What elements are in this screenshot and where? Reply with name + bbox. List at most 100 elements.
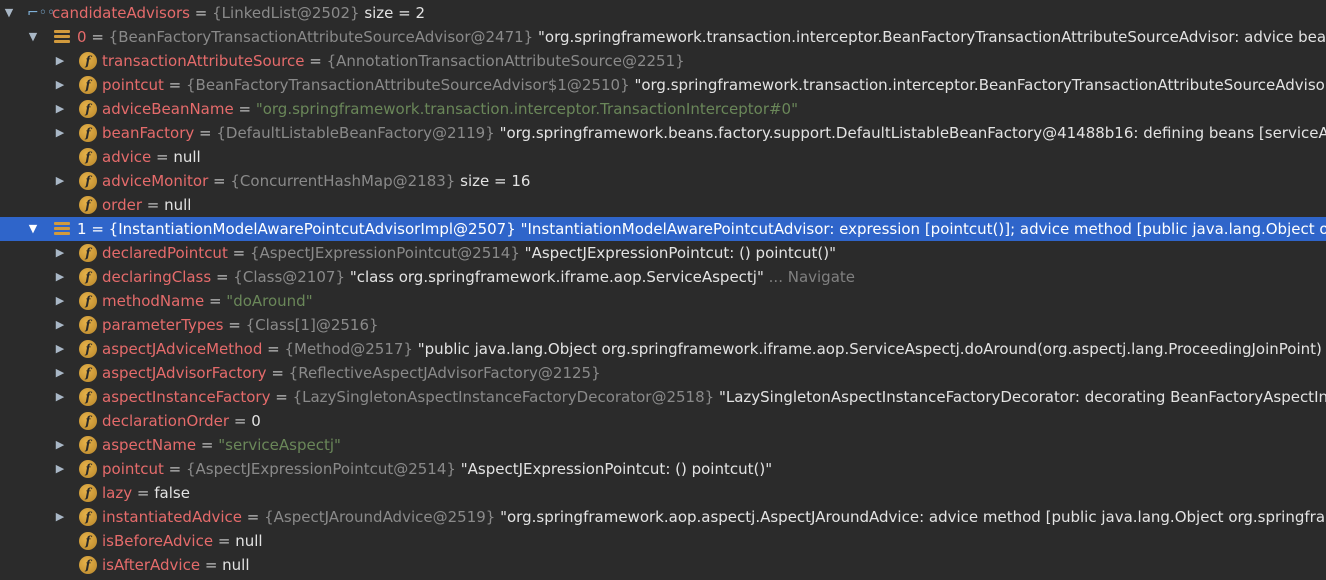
field-f-icon: f [79, 100, 97, 118]
tree-row-item-0[interactable]: ▼ 0 = {BeanFactoryTransactionAttributeSo… [0, 25, 1326, 49]
chevron-right-icon[interactable]: ▶ [53, 49, 67, 73]
chevron-right-icon[interactable]: ▶ [53, 385, 67, 409]
tree-row-field[interactable]: f isAfterAdvice = null [0, 553, 1326, 577]
field-name: declaringClass [102, 268, 212, 286]
field-f-icon: f [79, 172, 97, 190]
tree-row-field[interactable]: f lazy = false [0, 481, 1326, 505]
tree-row-root[interactable]: ▼ ⌐◦◦ candidateAdvisors = {LinkedList@25… [0, 1, 1326, 25]
field-f-icon: f [79, 76, 97, 94]
chevron-down-icon[interactable]: ▼ [2, 1, 16, 25]
field-name: declarationOrder [102, 412, 230, 430]
field-type: {DefaultListableBeanFactory@2119} [216, 124, 495, 142]
field-name: methodName [102, 292, 205, 310]
tree-row-field[interactable]: ▶ f pointcut = {BeanFactoryTransactionAt… [0, 73, 1326, 97]
tree-row-field[interactable]: ▶ f beanFactory = {DefaultListableBeanFa… [0, 121, 1326, 145]
field-name: isAfterAdvice [102, 556, 201, 574]
field-f-icon: f [79, 484, 97, 502]
field-f-icon: f [79, 244, 97, 262]
field-name: lazy [102, 484, 133, 502]
tree-row-field[interactable]: f advice = null [0, 145, 1326, 169]
item-type: {BeanFactoryTransactionAttributeSourceAd… [108, 28, 534, 46]
variables-tree: ▼ ⌐◦◦ candidateAdvisors = {LinkedList@25… [0, 0, 1326, 580]
field-type: {Method@2517} [284, 340, 413, 358]
tree-row-item-1[interactable]: ▼ 1 = {InstantiationModelAwarePointcutAd… [0, 217, 1326, 241]
tree-row-field[interactable]: f declarationOrder = 0 [0, 409, 1326, 433]
navigate-link[interactable]: ... Navigate [769, 268, 855, 286]
field-name: declaredPointcut [102, 244, 228, 262]
tree-row-field[interactable]: f order = null [0, 193, 1326, 217]
root-type: {LinkedList@2502} [212, 4, 360, 22]
field-name: advice [102, 148, 152, 166]
field-name: pointcut [102, 460, 164, 478]
array-element-icon [54, 220, 70, 238]
field-name: aspectJAdvisorFactory [102, 364, 267, 382]
field-name: order [102, 196, 142, 214]
array-element-icon [54, 28, 70, 46]
chevron-right-icon[interactable]: ▶ [53, 73, 67, 97]
field-name: aspectName [102, 436, 197, 454]
field-value: "org.springframework.beans.factory.suppo… [499, 124, 1326, 142]
tree-row-field[interactable]: ▶ f adviceMonitor = {ConcurrentHashMap@2… [0, 169, 1326, 193]
field-name: beanFactory [102, 124, 195, 142]
field-value: "AspectJExpressionPointcut: () pointcut(… [460, 460, 773, 478]
item-value: "InstantiationModelAwarePointcutAdvisor:… [520, 220, 1326, 238]
field-name: aspectInstanceFactory [102, 388, 271, 406]
field-f-icon: f [79, 292, 97, 310]
field-type: {ReflectiveAspectJAdvisorFactory@2125} [288, 364, 601, 382]
field-f-icon: f [79, 388, 97, 406]
tree-row-field[interactable]: f isBeforeAdvice = null [0, 529, 1326, 553]
chevron-right-icon[interactable]: ▶ [53, 169, 67, 193]
field-plain-value: 0 [251, 412, 261, 430]
root-name: candidateAdvisors [52, 4, 190, 22]
field-type: {ConcurrentHashMap@2183} [230, 172, 456, 190]
field-f-icon: f [79, 340, 97, 358]
chevron-right-icon[interactable]: ▶ [53, 505, 67, 529]
item-type: {InstantiationModelAwarePointcutAdvisorI… [108, 220, 516, 238]
field-f-icon: f [79, 532, 97, 550]
tree-row-field[interactable]: ▶ f aspectInstanceFactory = {LazySinglet… [0, 385, 1326, 409]
item-index: 0 [77, 28, 87, 46]
field-name: transactionAttributeSource [102, 52, 305, 70]
tree-row-field[interactable]: ▶ f aspectJAdviceMethod = {Method@2517} … [0, 337, 1326, 361]
tree-row-field[interactable]: ▶ f parameterTypes = {Class[1]@2516} [0, 313, 1326, 337]
field-f-icon: f [79, 268, 97, 286]
chevron-right-icon[interactable]: ▶ [53, 313, 67, 337]
tree-row-field[interactable]: ▶ f pointcut = {AspectJExpressionPointcu… [0, 457, 1326, 481]
chevron-right-icon[interactable]: ▶ [53, 241, 67, 265]
chevron-down-icon[interactable]: ▼ [26, 25, 40, 49]
field-name: isBeforeAdvice [102, 532, 214, 550]
chevron-right-icon[interactable]: ▶ [53, 265, 67, 289]
chevron-right-icon[interactable]: ▶ [53, 289, 67, 313]
field-value: "class org.springframework.iframe.aop.Se… [349, 268, 764, 286]
tree-row-field[interactable]: ▶ f transactionAttributeSource = {Annota… [0, 49, 1326, 73]
tree-row-field[interactable]: ▶ f methodName = "doAround" [0, 289, 1326, 313]
tree-row-field[interactable]: ▶ f aspectName = "serviceAspectj" [0, 433, 1326, 457]
chevron-right-icon[interactable]: ▶ [53, 121, 67, 145]
field-f-icon: f [79, 124, 97, 142]
field-f-icon: f [79, 556, 97, 574]
field-value: size = 16 [460, 172, 531, 190]
chevron-right-icon[interactable]: ▶ [53, 361, 67, 385]
field-plain-value: null [173, 148, 201, 166]
field-name: parameterTypes [102, 316, 224, 334]
tree-row-field[interactable]: ▶ f declaringClass = {Class@2107} "class… [0, 265, 1326, 289]
chevron-down-icon[interactable]: ▼ [26, 217, 40, 241]
tree-row-field[interactable]: ▶ f instantiatedAdvice = {AspectJAroundA… [0, 505, 1326, 529]
field-plain-value: null [164, 196, 192, 214]
tree-row-field[interactable]: ▶ f aspectJAdvisorFactory = {ReflectiveA… [0, 361, 1326, 385]
field-type: {LazySingletonAspectInstanceFactoryDecor… [292, 388, 715, 406]
chevron-right-icon[interactable]: ▶ [53, 457, 67, 481]
chevron-right-icon[interactable]: ▶ [53, 337, 67, 361]
field-type: {Class@2107} [233, 268, 346, 286]
chevron-right-icon[interactable]: ▶ [53, 97, 67, 121]
chevron-right-icon[interactable]: ▶ [53, 433, 67, 457]
field-name: adviceMonitor [102, 172, 209, 190]
tree-row-field[interactable]: ▶ f adviceBeanName = "org.springframewor… [0, 97, 1326, 121]
field-f-icon: f [79, 436, 97, 454]
field-type: {AspectJExpressionPointcut@2514} [186, 460, 456, 478]
tree-row-field[interactable]: ▶ f declaredPointcut = {AspectJExpressio… [0, 241, 1326, 265]
field-name: aspectJAdviceMethod [102, 340, 263, 358]
field-type: {AnnotationTransactionAttributeSource@22… [326, 52, 685, 70]
field-value: "AspectJExpressionPointcut: () pointcut(… [524, 244, 837, 262]
field-type: {AspectJExpressionPointcut@2514} [249, 244, 520, 262]
